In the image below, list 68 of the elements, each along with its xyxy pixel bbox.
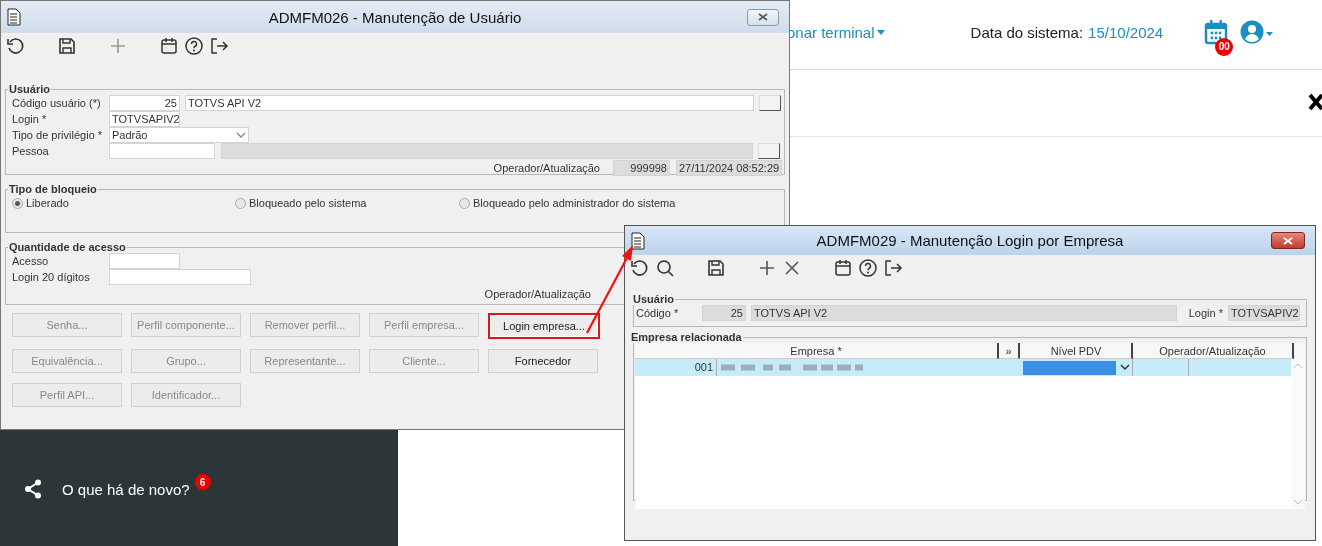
dropdown[interactable] bbox=[1023, 360, 1130, 375]
help-icon[interactable] bbox=[184, 36, 204, 56]
count-badge: 6 bbox=[194, 474, 211, 490]
group-title: Usuário bbox=[8, 83, 51, 95]
field-label: Operador/Atualização bbox=[493, 162, 600, 174]
field-label: Acesso bbox=[12, 255, 50, 267]
window-title: ADMFM026 - Manutenção de Usuário bbox=[268, 8, 522, 26]
close-icon[interactable] bbox=[1308, 93, 1322, 111]
input-field: 999998 bbox=[613, 160, 670, 176]
field-label: Tipo de privilégio * bbox=[12, 129, 104, 141]
exit-icon[interactable] bbox=[209, 36, 229, 56]
window-title: ADMFM029 - Manutenção Login por Empresa bbox=[816, 232, 1124, 249]
close-icon bbox=[1283, 236, 1293, 245]
input-field: 25 bbox=[702, 305, 746, 321]
field-label: Login * bbox=[12, 113, 48, 125]
undo-icon[interactable] bbox=[630, 258, 650, 278]
document-icon bbox=[7, 8, 21, 26]
chevron-icon bbox=[1120, 364, 1130, 371]
action-button[interactable]: Fornecedor bbox=[488, 349, 598, 373]
group-title: Usuário bbox=[632, 293, 675, 305]
input-field[interactable] bbox=[109, 269, 251, 285]
chevron-icon bbox=[236, 131, 246, 139]
lookup-button[interactable] bbox=[758, 143, 780, 159]
input-field[interactable]: 25 bbox=[109, 95, 180, 111]
input-field[interactable] bbox=[109, 143, 215, 159]
input-field[interactable] bbox=[109, 253, 180, 269]
save-icon[interactable] bbox=[706, 258, 726, 278]
input-field: TOTVS API V2 bbox=[751, 305, 1177, 321]
close-button[interactable] bbox=[747, 8, 779, 26]
notification-badge: 00 bbox=[1215, 37, 1234, 56]
input-field[interactable]: TOTVSAPIV2 bbox=[109, 111, 180, 127]
table-cell: 001 bbox=[635, 359, 717, 376]
input-field: 27/11/2024 08:52:29 bbox=[676, 160, 782, 176]
lookup-button[interactable] bbox=[759, 95, 781, 111]
search-icon[interactable] bbox=[655, 258, 675, 278]
help-icon[interactable] bbox=[858, 258, 878, 278]
group-title: Quantidade de acesso bbox=[8, 241, 127, 253]
dropdown[interactable]: Padrão bbox=[109, 127, 249, 143]
input-field: TOTVSAPIV2 bbox=[1228, 305, 1300, 321]
exit-icon[interactable] bbox=[883, 258, 903, 278]
save-icon[interactable] bbox=[57, 36, 77, 56]
calendar-icon[interactable] bbox=[159, 36, 179, 56]
group-title: Tipo de bloqueio bbox=[8, 183, 98, 195]
action-button[interactable]: Login empresa... bbox=[488, 313, 600, 339]
close-button[interactable] bbox=[1271, 232, 1305, 249]
field-label: Operador/Atualização bbox=[484, 288, 591, 300]
system-date-label: Data do sistema: bbox=[970, 24, 1084, 41]
add-icon[interactable] bbox=[757, 258, 777, 278]
user-icon[interactable] bbox=[1240, 19, 1275, 44]
close-icon bbox=[758, 13, 768, 21]
field-label: Login * bbox=[1188, 307, 1223, 319]
field-label: Código usuário (*) bbox=[12, 97, 102, 109]
radio-button[interactable]: Bloqueado pelo administrador do sistema bbox=[459, 197, 676, 209]
radio-button[interactable]: Bloqueado pelo sistema bbox=[235, 197, 367, 209]
calendar-icon[interactable] bbox=[833, 258, 853, 278]
undo-icon[interactable] bbox=[6, 36, 26, 56]
group-title: Empresa relacionada bbox=[630, 331, 743, 343]
sidebar-item[interactable]: O que há de novo? bbox=[62, 480, 190, 498]
document-icon bbox=[631, 231, 645, 250]
field-label: Código * bbox=[636, 307, 680, 319]
share-icon bbox=[24, 479, 42, 499]
field-label: Login 20 dígitos bbox=[12, 271, 91, 283]
caret-icon bbox=[876, 30, 885, 35]
radio-button[interactable]: Liberado bbox=[12, 197, 69, 209]
table-row[interactable]: 001 bbox=[635, 359, 1293, 376]
system-date: 15/10/2024 bbox=[1088, 24, 1164, 41]
input-field[interactable]: TOTVS API V2 bbox=[185, 95, 754, 111]
field-label: Pessoa bbox=[12, 145, 50, 157]
